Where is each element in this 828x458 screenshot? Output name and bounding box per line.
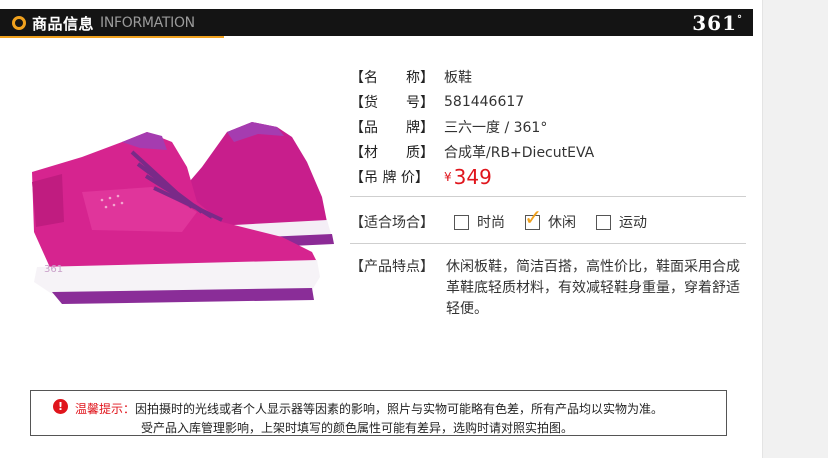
divider (350, 196, 746, 197)
notice-box: ! 温馨提示：因拍摄时的光线或者个人显示器等因素的影响，照片与实物可能略有色差，… (30, 390, 727, 436)
features-text: 休闲板鞋，简洁百搭，高性价比，鞋面采用合成革鞋底轻质材料，有效减轻鞋身重量，穿着… (446, 259, 740, 317)
checkbox[interactable] (596, 214, 611, 230)
divider (350, 243, 746, 244)
product-info: 【名 称】 板鞋 【货 号】 581446617 【品 牌】 三六一度 / 36… (350, 64, 750, 189)
checkmark-icon: ✓ (524, 205, 543, 231)
features-label: 【产品特点】 (350, 259, 434, 275)
notice-prefix: 温馨提示： (75, 402, 136, 416)
info-row-name: 【名 称】 板鞋 (350, 64, 750, 89)
info-label: 【名 称】 (350, 69, 434, 86)
section-header: 商品信息 INFORMATION 361° (0, 9, 753, 38)
brand-logo: 361° (692, 11, 743, 35)
product-material: 合成革/RB+DiecutEVA (444, 144, 595, 161)
info-label: 【货 号】 (350, 94, 434, 111)
option-label: 运动 (619, 215, 647, 231)
info-row-sku: 【货 号】 581446617 (350, 89, 750, 114)
features-row: 【产品特点】 休闲板鞋，简洁百搭，高性价比，鞋面采用合成革鞋底轻质材料，有效减轻… (350, 257, 742, 320)
checkbox-checked[interactable]: ✓ (524, 207, 542, 230)
product-sku: 581446617 (444, 93, 525, 110)
notice-text: 因拍摄时的光线或者个人显示器等因素的影响，照片与实物可能略有色差，所有产品均以实… (135, 402, 664, 416)
product-image: 361 (22, 112, 342, 312)
section-title: 商品信息 (32, 15, 95, 33)
notice-line-1: 温馨提示：因拍摄时的光线或者个人显示器等因素的影响，照片与实物可能略有色差，所有… (75, 400, 663, 417)
occasion-label: 【适合场合】 (350, 215, 434, 231)
occasion-option-fashion[interactable]: 时尚 (454, 212, 505, 232)
occasion-option-casual[interactable]: ✓ 休闲 (524, 207, 576, 232)
occasion-row: 【适合场合】 时尚 ✓ 休闲 运动 (350, 207, 667, 234)
circle-icon (12, 16, 26, 30)
occasion-option-sport[interactable]: 运动 (596, 212, 647, 232)
product-brand: 三六一度 / 361° (444, 119, 548, 136)
product-name: 板鞋 (444, 69, 472, 86)
notice-line-2: 受产品入库管理影响，上架时填写的颜色属性可能有差异，选购时请对照实拍图。 (141, 421, 574, 435)
info-label: 【材 质】 (350, 144, 434, 161)
info-label: 【吊 牌 价】 (350, 169, 429, 186)
header-accent-line (0, 36, 224, 38)
section-subtitle: INFORMATION (100, 15, 195, 31)
info-row-price: 【吊 牌 价】 ¥ 349 (350, 164, 750, 189)
price-currency: ¥ (444, 169, 452, 184)
option-label: 时尚 (477, 215, 505, 231)
info-row-material: 【材 质】 合成革/RB+DiecutEVA (350, 139, 750, 164)
svg-text:361: 361 (44, 264, 63, 275)
alert-icon: ! (53, 399, 68, 414)
info-label: 【品 牌】 (350, 119, 434, 136)
option-label: 休闲 (548, 215, 576, 231)
info-row-brand: 【品 牌】 三六一度 / 361° (350, 114, 750, 139)
checkbox[interactable] (454, 214, 469, 230)
page-gutter (762, 0, 828, 458)
product-price: 349 (453, 164, 492, 189)
